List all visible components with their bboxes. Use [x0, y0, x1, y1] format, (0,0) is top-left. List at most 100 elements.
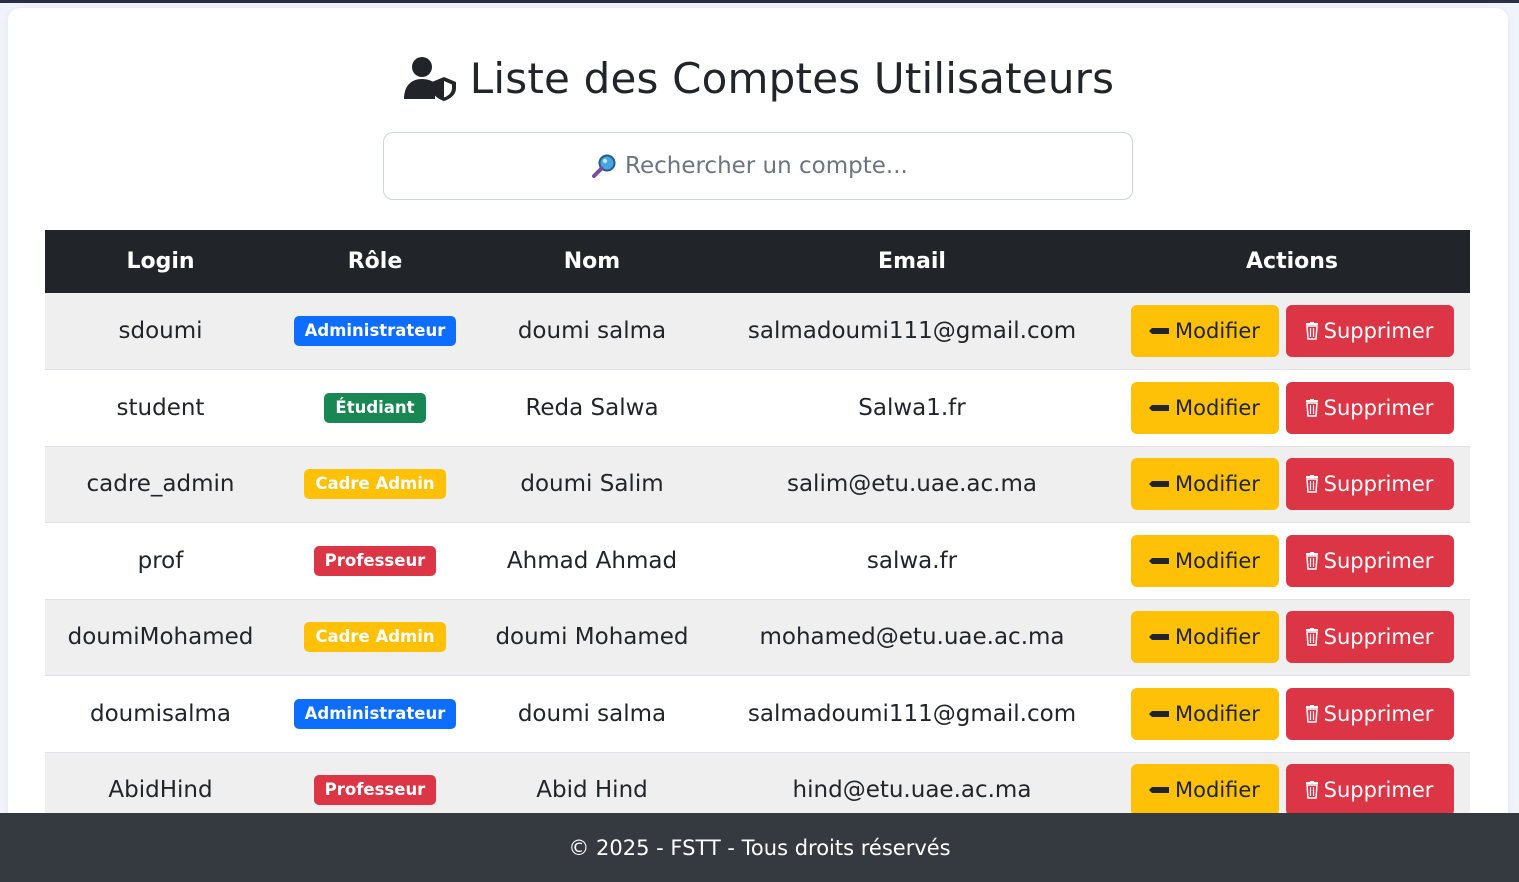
trash-icon: [1305, 551, 1318, 570]
row-actions: Modifier Supprimer: [1114, 458, 1470, 511]
edit-label: Modifier: [1175, 625, 1260, 650]
edit-label: Modifier: [1175, 395, 1260, 420]
edit-button[interactable]: Modifier: [1130, 458, 1279, 511]
pen-icon: [1149, 710, 1170, 717]
login-cell: cadre_admin: [86, 471, 235, 498]
email-cell: salwa.fr: [866, 547, 958, 574]
user-shield-icon: [403, 57, 456, 101]
table-row: doumisalma Administrateur doumi salma sa…: [45, 676, 1470, 753]
login-cell: student: [116, 394, 205, 421]
login-cell: doumiMohamed: [67, 624, 254, 651]
column-header-login: Login: [126, 249, 195, 274]
nom-cell: doumi salma: [517, 700, 667, 727]
delete-button[interactable]: Supprimer: [1285, 611, 1454, 664]
pen-icon: [1149, 557, 1170, 564]
role-badge: Cadre Admin: [304, 469, 446, 500]
column-header-email: Email: [878, 249, 946, 274]
actions-cell: Modifier Supprimer: [1114, 293, 1470, 370]
table-row: sdoumi Administrateur doumi salma salmad…: [45, 293, 1470, 370]
edit-button[interactable]: Modifier: [1130, 381, 1279, 434]
edit-label: Modifier: [1175, 319, 1260, 343]
trash-icon: [1305, 398, 1318, 417]
trash-icon: [1305, 781, 1318, 799]
email-cell: salim@etu.uae.ac.ma: [786, 471, 1037, 498]
email-cell: salmadoumi111@gmail.com: [747, 318, 1077, 344]
actions-cell: Modifier Supprimer: [1114, 523, 1470, 600]
role-badge: Administrateur: [293, 698, 457, 729]
delete-button[interactable]: Supprimer: [1285, 534, 1454, 587]
actions-cell: Modifier Supprimer: [1114, 446, 1470, 523]
edit-button[interactable]: Modifier: [1130, 611, 1279, 664]
column-header-actions: Actions: [1246, 249, 1338, 274]
accounts-table: Login Rôle Nom Email Actions sdoumi Admi…: [45, 230, 1470, 829]
role-badge: Professeur: [313, 775, 437, 806]
nom-cell: Reda Salwa: [525, 394, 659, 421]
edit-label: Modifier: [1175, 778, 1260, 803]
delete-label: Supprimer: [1323, 548, 1434, 573]
row-actions: Modifier Supprimer: [1114, 534, 1470, 587]
edit-button[interactable]: Modifier: [1130, 687, 1279, 740]
nom-cell: doumi Mohamed: [495, 624, 689, 651]
delete-button[interactable]: Supprimer: [1285, 458, 1454, 511]
role-cell: Administrateur: [276, 293, 474, 370]
delete-button[interactable]: Supprimer: [1285, 687, 1454, 740]
actions-cell: Modifier Supprimer: [1114, 599, 1470, 676]
delete-button[interactable]: Supprimer: [1285, 305, 1454, 357]
role-cell: Professeur: [276, 523, 474, 600]
edit-label: Modifier: [1175, 548, 1260, 573]
pen-icon: [1149, 787, 1170, 794]
email-cell: Salwa1.fr: [858, 394, 966, 421]
column-header-role: Rôle: [347, 249, 403, 274]
page-title: Liste des Comptes Utilisateurs: [469, 53, 1115, 103]
email-cell: mohamed@etu.uae.ac.ma: [759, 624, 1065, 651]
footer: © 2025 - FSTT - Tous droits réservés: [0, 813, 1519, 882]
column-header-nom: Nom: [563, 249, 621, 274]
edit-button[interactable]: Modifier: [1130, 305, 1279, 357]
nom-cell: Ahmad Ahmad: [506, 547, 678, 574]
row-actions: Modifier Supprimer: [1114, 764, 1470, 817]
table-row: cadre_admin Cadre Admin doumi Salim sali…: [45, 446, 1470, 523]
login-cell: doumisalma: [89, 700, 231, 727]
login-cell: prof: [137, 547, 184, 574]
row-actions: Modifier Supprimer: [1114, 305, 1470, 357]
trash-icon: [1305, 704, 1318, 723]
footer-text: © 2025 - FSTT - Tous droits réservés: [568, 835, 951, 860]
role-badge: Professeur: [313, 545, 437, 576]
delete-label: Supprimer: [1323, 625, 1434, 650]
edit-button[interactable]: Modifier: [1130, 764, 1279, 817]
main-card: Liste des Comptes Utilisateurs Login Rôl…: [8, 8, 1508, 838]
actions-cell: Modifier Supprimer: [1114, 370, 1470, 447]
pen-icon: [1149, 404, 1170, 411]
email-cell: salmadoumi111@gmail.com: [747, 700, 1077, 727]
table-row: prof Professeur Ahmad Ahmad salwa.fr Mod…: [45, 523, 1470, 600]
nom-cell: doumi salma: [517, 318, 667, 344]
pen-icon: [1149, 634, 1170, 641]
delete-label: Supprimer: [1323, 472, 1434, 497]
pen-icon: [1149, 328, 1170, 334]
search-input[interactable]: [625, 153, 925, 179]
delete-label: Supprimer: [1323, 778, 1434, 803]
delete-label: Supprimer: [1323, 701, 1434, 726]
actions-cell: Modifier Supprimer: [1114, 676, 1470, 753]
delete-button[interactable]: Supprimer: [1285, 381, 1454, 434]
edit-button[interactable]: Modifier: [1130, 534, 1279, 587]
table-body: sdoumi Administrateur doumi salma salmad…: [45, 293, 1470, 829]
row-actions: Modifier Supprimer: [1114, 687, 1470, 740]
role-badge: Administrateur: [293, 316, 457, 346]
search-box[interactable]: [383, 132, 1133, 200]
trash-icon: [1305, 628, 1318, 646]
role-badge: Cadre Admin: [304, 622, 446, 653]
table-row: student Étudiant Reda Salwa Salwa1.fr Mo…: [45, 370, 1470, 447]
row-actions: Modifier Supprimer: [1114, 381, 1470, 434]
edit-label: Modifier: [1175, 472, 1260, 497]
nom-cell: doumi Salim: [520, 471, 664, 498]
trash-icon: [1305, 322, 1318, 340]
row-actions: Modifier Supprimer: [1114, 611, 1470, 664]
login-cell: sdoumi: [118, 318, 203, 344]
delete-label: Supprimer: [1323, 319, 1434, 343]
role-cell: Administrateur: [276, 676, 474, 753]
delete-button[interactable]: Supprimer: [1285, 764, 1454, 817]
table-header-row: Login Rôle Nom Email Actions: [45, 230, 1470, 293]
pen-icon: [1149, 481, 1170, 488]
edit-label: Modifier: [1175, 701, 1260, 726]
